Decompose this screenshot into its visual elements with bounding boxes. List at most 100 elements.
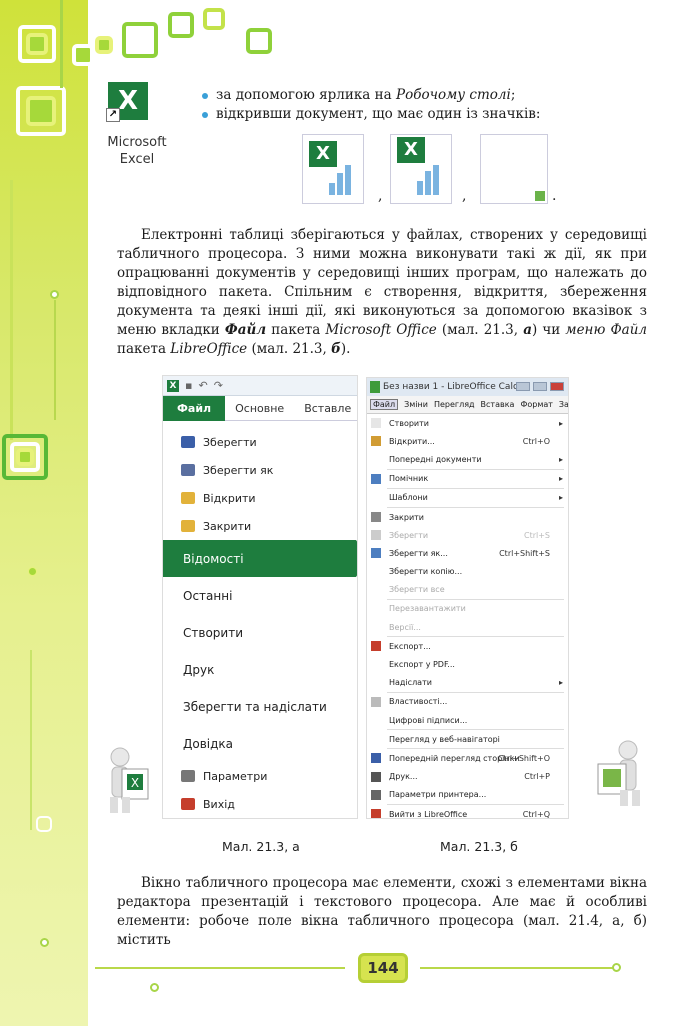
excel-app-icon: X [167,379,179,392]
backstage-tab[interactable]: Довідка [163,725,356,762]
calc-menu-item[interactable]: Вийти з LibreOffice Ctrl+Q [367,805,568,818]
calc-menu-item[interactable]: Зберегти Ctrl+S [367,526,568,544]
backstage-footer-item[interactable]: Параметри [163,762,356,790]
office-file-menu-screenshot: X ▪ ↶ ↷ Файл Основне Вставле Зберегти Збе… [162,375,358,819]
backstage-item[interactable]: Зберегти [163,428,356,456]
calc-menu-5[interactable]: Засоб [559,400,568,409]
calc-menu-item-label: Шаблони [389,493,428,503]
options-icon [181,770,195,782]
backstage-item[interactable]: Відкрити [163,484,356,512]
calc-menu-item[interactable]: Властивості... [367,693,568,711]
deco-dot [150,983,159,992]
backstage-item[interactable]: Закрити [163,512,356,540]
calc-menu-item[interactable]: Перегляд у веб-навігаторі [367,730,568,748]
undo-icon[interactable]: ↶ [198,379,207,392]
caption-b: Мал. 21.3, б [440,839,518,854]
shortcut-text: Ctrl+Shift+S [499,548,550,558]
calc-menu-item[interactable]: Цифрові підписи... [367,711,568,729]
tab-file[interactable]: Файл [163,395,226,421]
page-number: 144 [358,953,408,983]
save-icon[interactable]: ▪ [185,379,192,392]
calc-menu-item[interactable]: Попередні документи ▸ [367,450,568,468]
menu-item-icon [371,454,381,464]
calc-menu-item[interactable]: Зберегти все [367,581,568,599]
calc-menu-item[interactable]: Перезавантажити [367,600,568,618]
deco-line [420,967,620,969]
libreoffice-file-menu-screenshot: Без назви 1 - LibreOffice Calc Файл Зміни… [366,377,569,819]
save-as-icon [181,464,195,476]
deco-dot [612,963,621,972]
calc-menu-item[interactable]: Надіслати ▸ [367,674,568,692]
menu-item-icon [371,734,381,744]
backstage-tab[interactable]: Зберегти та надіслати [163,688,356,725]
redo-icon[interactable]: ↷ [214,379,223,392]
office-quick-access-bar: X ▪ ↶ ↷ [163,376,357,396]
calc-menu-item[interactable]: Зберегти копію... [367,563,568,581]
close-icon[interactable] [550,382,564,391]
calc-menu-item-label: Створити [389,418,429,428]
calc-menu-item[interactable]: Параметри принтера... [367,786,568,804]
calc-menu-0[interactable]: Файл [370,399,399,410]
backstage-item-label: Параметри [203,769,268,783]
bullet-item: відкривши документ, що має один із значк… [200,105,540,124]
save-icon [181,436,195,448]
deco-line [54,300,56,420]
calc-menu-item-label: Експорт... [389,641,431,651]
office-ribbon-tabs: Файл Основне Вставле [163,395,357,421]
submenu-arrow-icon: ▸ [558,418,563,428]
excel-shortcut-icon[interactable]: X ↗ [106,82,148,122]
robot-illustration-right [590,738,650,808]
tab-home[interactable]: Основне [225,402,294,415]
backstage-footer-item[interactable]: Вихід [163,790,356,818]
calc-title-bar: Без назви 1 - LibreOffice Calc [367,378,568,396]
backstage-tab[interactable]: Створити [163,614,356,651]
backstage-menu: Зберегти Зберегти як Відкрити Закрити Відом… [163,428,357,818]
backstage-item-label: Зберегти [203,435,257,449]
backstage-item[interactable]: Зберегти як [163,456,356,484]
calc-menu-item-label: Надіслати [389,678,432,688]
backstage-tab[interactable]: Останні [163,577,356,614]
backstage-item-label: Закрити [203,519,252,533]
menu-item-icon [371,789,381,800]
calc-menu-item[interactable]: Друк... Ctrl+P [367,768,568,786]
calc-menu-item[interactable]: Відкрити... Ctrl+O [367,432,568,450]
maximize-icon[interactable] [533,382,547,391]
menu-item-icon [371,493,381,503]
calc-menu-item[interactable]: Версії... [367,618,568,636]
tab-insert[interactable]: Вставле [294,402,357,415]
calc-menu-3[interactable]: Вставка [481,400,515,409]
calc-menu-item[interactable]: Зберегти як... Ctrl+Shift+S [367,544,568,562]
calc-menu-item-label: Зберегти копію... [389,567,463,577]
calc-menu-item-label: Перегляд у веб-навігаторі [389,734,500,744]
calc-file-menu: Створити ▸ Відкрити... Ctrl+O Попередні доку… [367,414,568,818]
calc-menu-item-label: Зберегти [389,530,429,540]
menu-item-icon [371,585,381,595]
calc-menu-item[interactable]: Експорт... [367,637,568,655]
calc-menu-item[interactable]: Помічник ▸ [367,470,568,488]
deco-square [95,36,113,54]
backstage-tab[interactable]: Відомості [163,540,357,577]
calc-app-icon [370,381,380,393]
calc-menu-item-label: Параметри принтера... [389,790,487,800]
calc-menu-item[interactable]: Шаблони ▸ [367,489,568,507]
calc-menu-1[interactable]: Зміни [404,400,428,409]
backstage-tab[interactable]: Друк [163,651,356,688]
deco-line [10,180,13,440]
calc-menu-bar: Файл Зміни Перегляд Вставка Формат Засоб [367,396,568,414]
menu-item-icon [371,771,381,782]
deco-line [95,967,345,969]
shortcut-text: Ctrl+Shift+O [497,753,550,763]
calc-menu-item-label: Закрити [389,512,424,522]
backstage-item-label: Відкрити [203,491,256,505]
calc-menu-item[interactable]: Створити ▸ [367,414,568,432]
calc-menu-item-label: Зберегти як... [389,548,448,558]
deco-dot [50,290,59,299]
calc-menu-item[interactable]: Експорт у PDF... [367,655,568,673]
calc-menu-item[interactable]: Закрити [367,508,568,526]
submenu-arrow-icon: ▸ [558,493,563,503]
calc-menu-2[interactable]: Перегляд [434,400,475,409]
minimize-icon[interactable] [516,382,530,391]
calc-menu-4[interactable]: Формат [520,400,552,409]
calc-menu-item[interactable]: Попередній перегляд сторінки Ctrl+Shift+O [367,749,568,767]
deco-square [26,33,48,55]
